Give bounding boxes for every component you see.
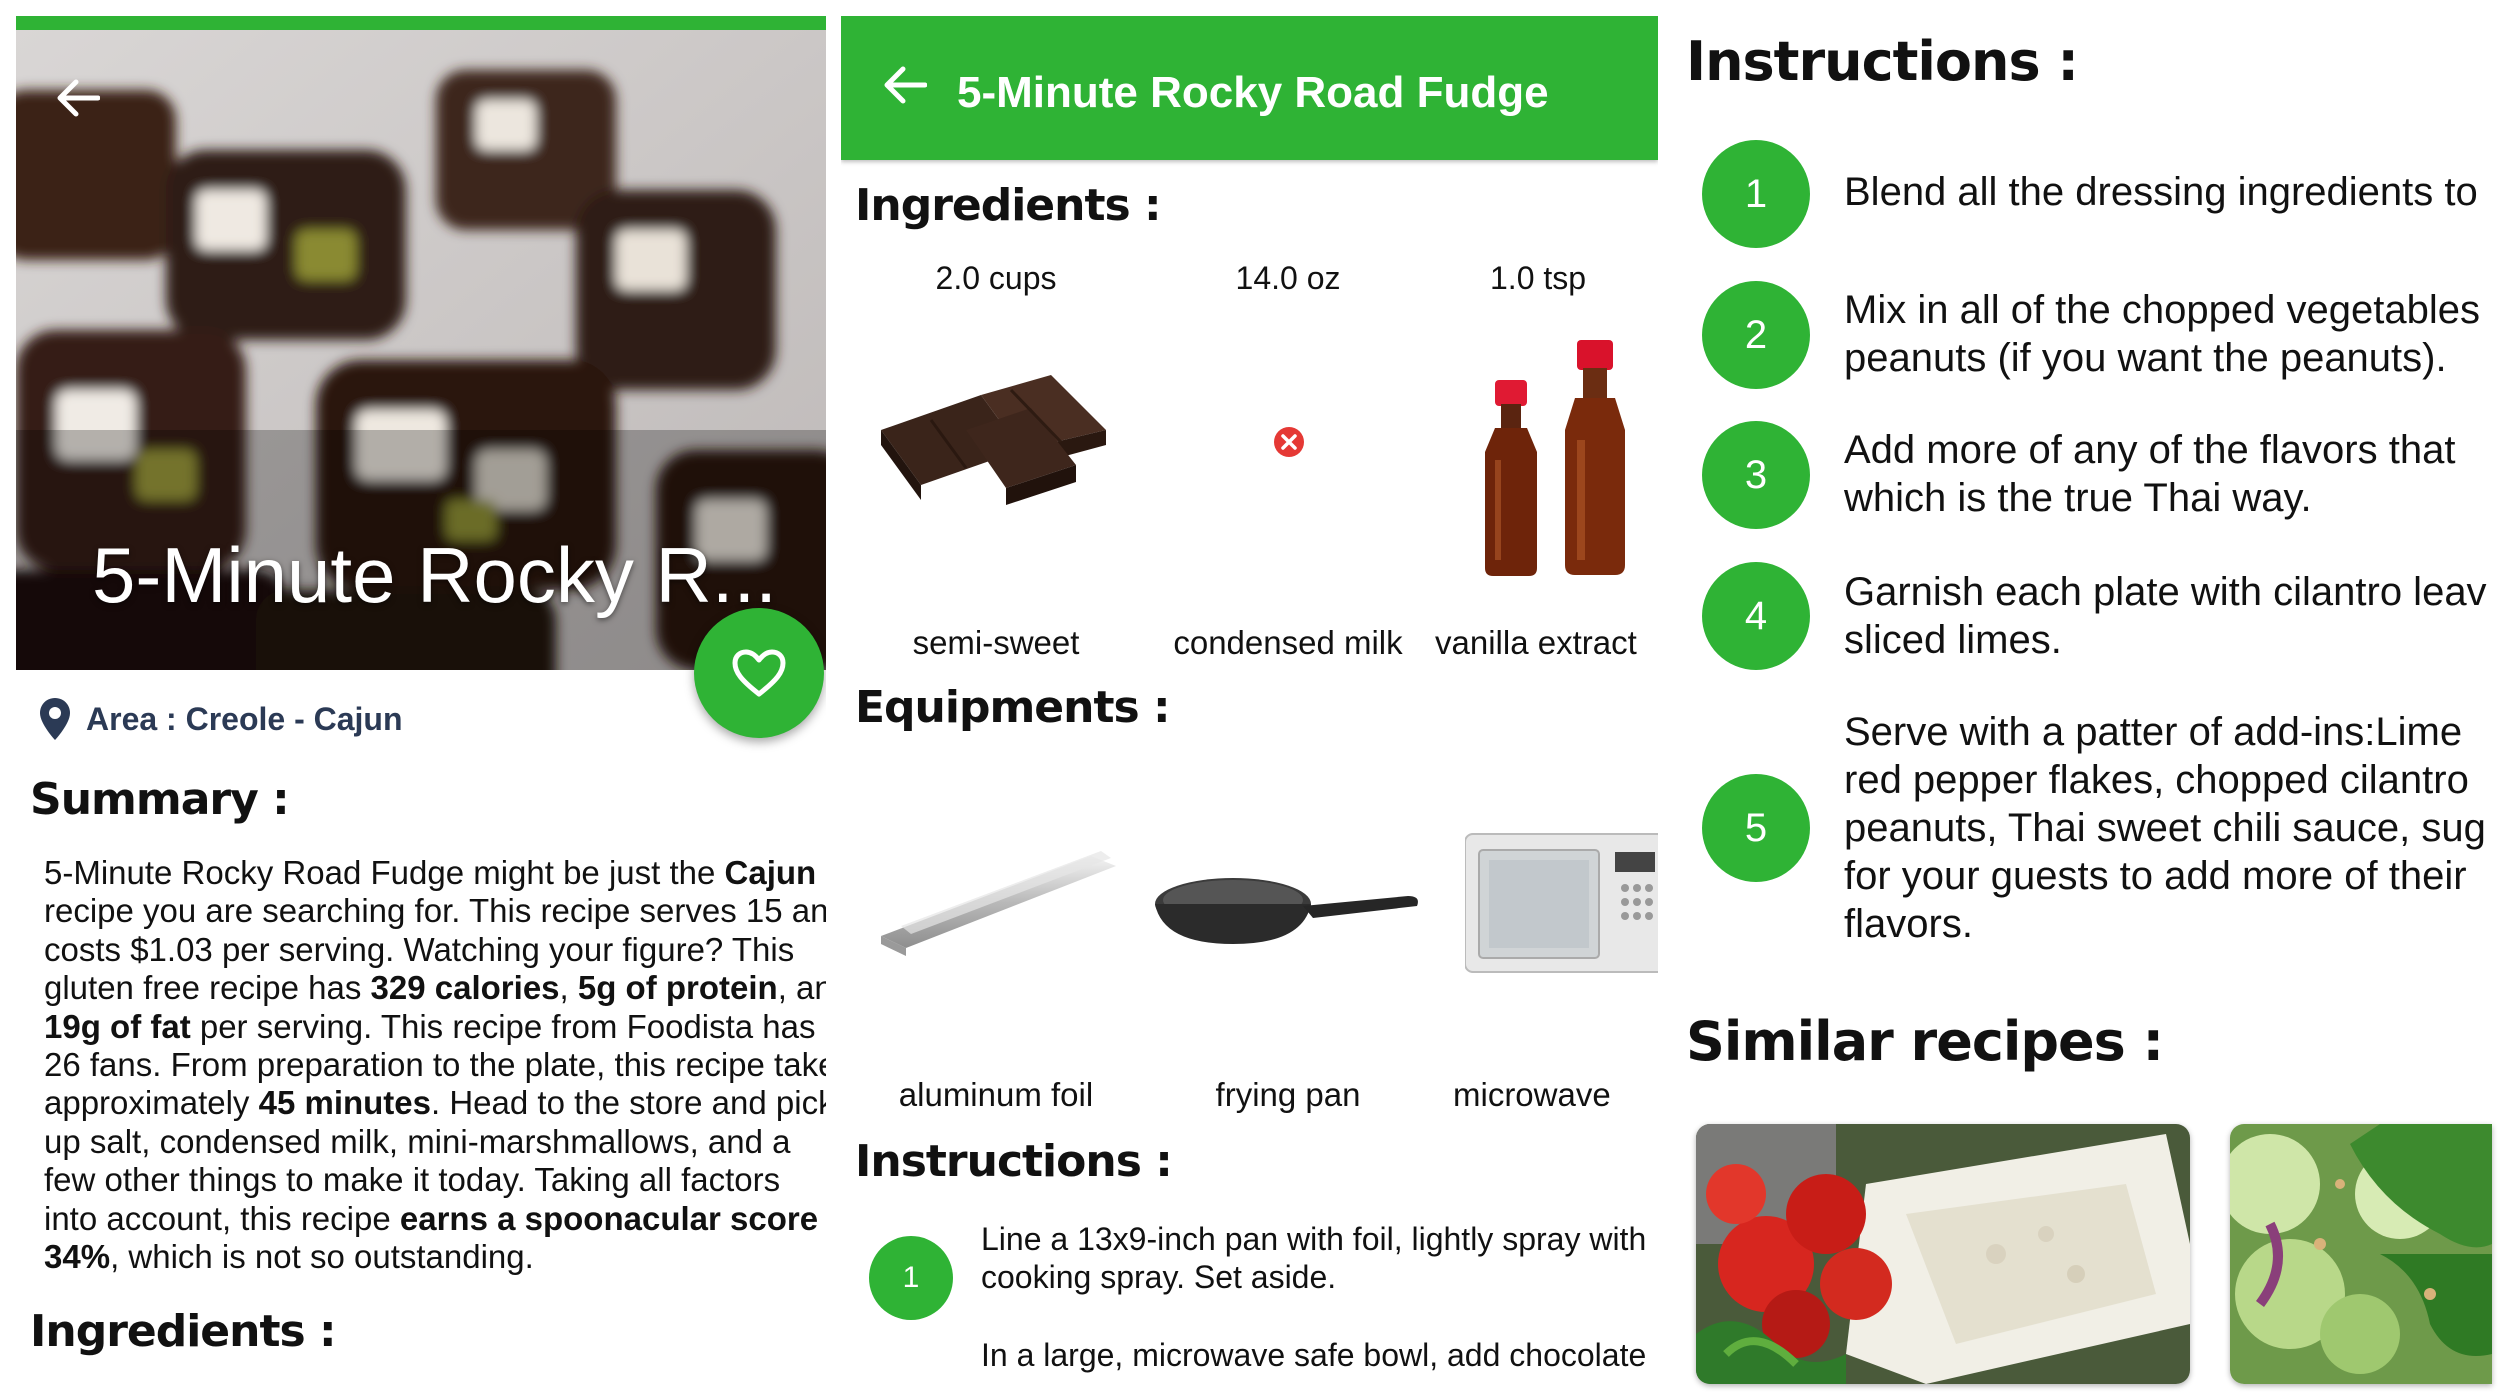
step-text: Line a 13x9-inch pan with foil, lightly …: [981, 1221, 1647, 1295]
similar-recipe-card[interactable]: [1696, 1124, 2190, 1384]
vanilla-bottles-image: [1485, 340, 1625, 576]
summary-line: costs $1.03 per serving. Watching your f…: [44, 931, 826, 969]
instructions-heading: Instructions :: [855, 1136, 1173, 1187]
step-number-badge: 5: [1702, 774, 1810, 882]
ingredient-name: condensed milk: [1173, 624, 1403, 661]
summary-run: 5-Minute Rocky Road Fudge might be just …: [44, 854, 725, 891]
summary-line: approximately 45 minutes. Head to the st…: [44, 1084, 826, 1122]
ingredients-heading: Ingredients :: [855, 180, 1162, 231]
ingredients-list[interactable]: 2.0 cups semi-sweet 14.0 oz condensed mi…: [841, 260, 1658, 680]
similar-recipe-image: [2230, 1124, 2492, 1384]
favorite-button[interactable]: [694, 608, 824, 738]
summary-run: up salt, condensed milk, mini-marshmallo…: [44, 1122, 791, 1160]
area-label: Area : Creole - Cajun: [86, 700, 403, 737]
summary-run: , which is not so outstanding.: [110, 1238, 534, 1276]
summary-run: gluten free recipe has: [44, 969, 371, 1007]
equipments-heading: Equipments :: [855, 682, 1171, 733]
summary-highlight: 5g of protein: [577, 969, 778, 1007]
summary-line: gluten free recipe has 329 calories, 5g …: [44, 969, 826, 1007]
frying-pan-image: [1155, 878, 1418, 944]
ingredient-quantity: 14.0 oz: [1235, 260, 1341, 296]
area-info: Area : Creole - Cajun: [38, 696, 403, 742]
step-number-badge: 1: [869, 1236, 953, 1320]
equipment-item[interactable]: microwave: [1435, 786, 1658, 1116]
summary-highlight: Cajun: [724, 854, 817, 891]
similar-recipes-heading: Similar recipes :: [1686, 1010, 2164, 1073]
summary-line: 34%, which is not so outstanding.: [44, 1238, 826, 1276]
ingredient-quantity: 1.0 tsp: [1490, 260, 1587, 296]
summary-line: up salt, condensed milk, mini-marshmallo…: [44, 1123, 826, 1161]
similar-recipe-image: [1696, 1124, 2190, 1384]
equipment-item[interactable]: aluminum foil: [851, 786, 1141, 1116]
summary-highlight: earns a spoonacular score of: [399, 1199, 826, 1237]
equipment-name: microwave: [1453, 1076, 1611, 1113]
ingredient-name: vanilla extract: [1435, 624, 1637, 660]
instructions-heading: Instructions :: [1686, 30, 2079, 93]
recipe-title-overlay: 5-Minute Rocky R...: [92, 531, 777, 619]
heart-outline-icon: [732, 649, 786, 697]
equipments-list[interactable]: aluminum foil frying pan microwave: [841, 786, 1658, 1126]
ingredient-item[interactable]: 14.0 oz condensed milk: [1143, 260, 1433, 661]
step-number-badge: 3: [1702, 421, 1810, 529]
ingredients-heading-bottom: Ingredients :: [30, 1306, 337, 1357]
ingredient-item[interactable]: 2.0 cups semi-sweet: [851, 260, 1141, 661]
error-circle-icon: [1274, 427, 1304, 457]
summary-line: 5-Minute Rocky Road Fudge might be just …: [44, 854, 826, 892]
summary-run: recipe you are searching for. This recip…: [44, 892, 826, 930]
summary-highlight: 19g of fat: [44, 1007, 191, 1045]
summary-line: 19g of fat per serving. This recipe from…: [44, 1008, 826, 1046]
instructions-scrolled-panel: Instructions : 1 Blend all the dressing …: [1672, 0, 2500, 1400]
recipe-detail-scrolled-panel: 5-Minute Rocky Road Fudge Ingredients : …: [841, 16, 1658, 1384]
summary-run: ,: [559, 969, 578, 1007]
step-text: Mix in all of the chopped vegetables pea…: [1844, 288, 2480, 380]
summary-highlight: 329 calories: [370, 969, 560, 1007]
recipe-detail-panel: 5-Minute Rocky R... Area : Creole - Caju…: [16, 16, 826, 1384]
step-text: Blend all the dressing ingredients to: [1844, 170, 2478, 214]
arrow-left-icon: [884, 66, 928, 104]
ingredient-name: semi-sweet: [912, 624, 1080, 661]
summary-run: per serving. This recipe from Foodista h…: [190, 1007, 816, 1045]
equipment-name: aluminum foil: [898, 1076, 1094, 1113]
summary-line: few other things to make it today. Takin…: [44, 1161, 826, 1199]
summary-run: . Head to the store and pick: [431, 1084, 826, 1122]
chocolate-image: [881, 375, 1106, 505]
summary-run: costs $1.03 per serving. Watching your f…: [44, 930, 795, 968]
summary-run: approximately: [44, 1084, 259, 1122]
summary-line: 26 fans. From preparation to the plate, …: [44, 1046, 826, 1084]
summary-run: few other things to make it today. Takin…: [44, 1161, 781, 1199]
back-button[interactable]: [56, 78, 116, 138]
summary-run: into account, this recipe: [44, 1199, 400, 1237]
app-bar: 5-Minute Rocky Road Fudge: [841, 16, 1658, 160]
similar-recipe-card[interactable]: [2230, 1124, 2492, 1384]
summary-run: , and: [777, 969, 826, 1007]
aluminum-foil-image: [881, 851, 1116, 956]
step-text: Garnish each plate with cilantro leav sl…: [1844, 570, 2487, 662]
summary-highlight: 45 minutes: [258, 1084, 432, 1122]
equipment-name: frying pan: [1215, 1076, 1361, 1113]
ingredient-quantity: 2.0 cups: [935, 260, 1057, 296]
step-number-badge: 4: [1702, 562, 1810, 670]
map-pin-icon: [40, 698, 70, 740]
app-bar-title: 5-Minute Rocky Road Fudge: [957, 68, 1549, 117]
step-text: Serve with a patter of add-ins:Lime red …: [1844, 710, 2486, 946]
step-text: Add more of any of the flavors that whic…: [1844, 428, 2456, 520]
step-text: In a large, microwave safe bowl, add cho…: [981, 1337, 1647, 1373]
step-number-badge: 1: [1702, 140, 1810, 248]
back-button[interactable]: [883, 60, 928, 116]
ingredient-item[interactable]: 1.0 tsp vanilla extract: [1435, 260, 1658, 660]
equipment-item[interactable]: frying pan: [1143, 786, 1433, 1116]
recipe-hero-image: 5-Minute Rocky R...: [16, 16, 826, 670]
summary-heading: Summary :: [30, 774, 290, 825]
microwave-image: [1465, 833, 1658, 973]
summary-run: 26 fans. From preparation to the plate, …: [44, 1046, 826, 1084]
summary-highlight: 34%: [44, 1238, 111, 1276]
summary-text: 5-Minute Rocky Road Fudge might be just …: [44, 854, 826, 1276]
summary-line: recipe you are searching for. This recip…: [44, 892, 826, 930]
arrow-left-icon: [57, 79, 100, 117]
summary-line: into account, this recipe earns a spoona…: [44, 1200, 826, 1238]
step-number-badge: 2: [1702, 281, 1810, 389]
